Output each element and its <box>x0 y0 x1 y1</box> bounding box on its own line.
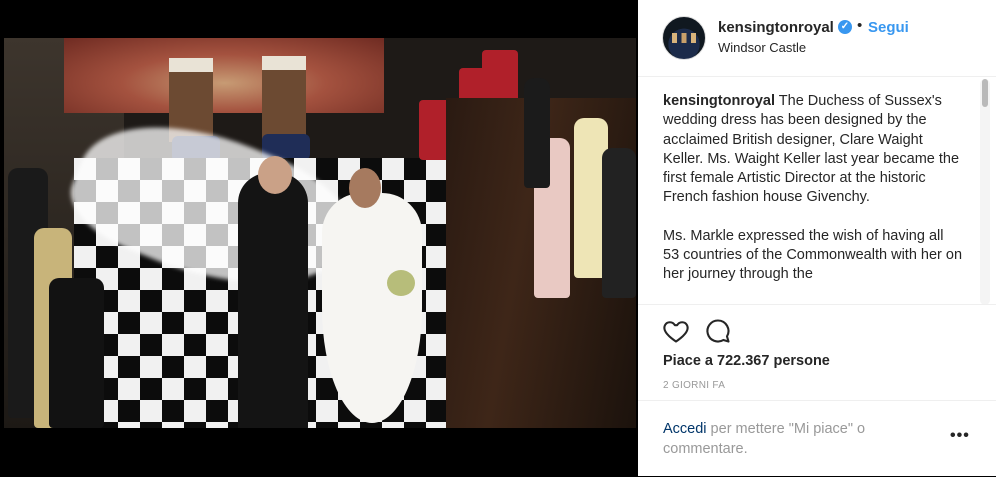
photo-guest <box>524 78 550 188</box>
follow-button[interactable]: Segui <box>868 19 909 36</box>
photo-groom <box>238 173 308 428</box>
post-photo[interactable] <box>4 38 636 428</box>
more-options-icon[interactable]: ••• <box>950 427 970 445</box>
post-actions: Piace a 722.367 persone 2 GIORNI FA <box>638 304 996 401</box>
caption-paragraph: Ms. Markle expressed the wish of having … <box>663 227 963 283</box>
heart-icon[interactable] <box>662 317 690 345</box>
photo-bride <box>322 193 422 423</box>
caption-username[interactable]: kensingtonroyal <box>663 93 775 109</box>
photo-guest <box>49 278 104 428</box>
scrollbar-thumb[interactable] <box>982 79 988 107</box>
comment-login-area: Accedi per mettere "Mi piace" o commenta… <box>638 400 996 477</box>
photo-lectern <box>262 56 306 140</box>
verified-badge-icon: ✓ <box>838 20 852 34</box>
post-timestamp[interactable]: 2 GIORNI FA <box>663 380 725 391</box>
login-prompt: Accedi per mettere "Mi piace" o commenta… <box>663 419 913 459</box>
photo-bouquet <box>387 270 415 296</box>
photo-carpet <box>64 38 384 113</box>
post-caption: kensingtonroyal The Duchess of Sussex's … <box>663 92 963 304</box>
header-username[interactable]: kensingtonroyal <box>718 19 834 36</box>
photo-bride-head <box>349 168 381 208</box>
comment-bubble-icon[interactable] <box>704 317 732 345</box>
profile-avatar[interactable] <box>662 16 706 60</box>
photo-pane <box>0 0 638 476</box>
photo-guest <box>602 148 636 298</box>
header-separator: • <box>857 17 863 34</box>
likes-count[interactable]: Piace a 722.367 persone <box>663 353 830 369</box>
location-link[interactable]: Windsor Castle <box>718 40 806 55</box>
photo-groom-head <box>258 156 292 194</box>
login-link[interactable]: Accedi <box>663 421 707 437</box>
caption-text: The Duchess of Sussex's wedding dress ha… <box>663 93 960 206</box>
post-header: kensingtonroyal ✓ • Segui Windsor Castle <box>638 0 996 77</box>
post-side-panel: kensingtonroyal ✓ • Segui Windsor Castle… <box>638 0 996 476</box>
caption-scrollbar[interactable] <box>980 79 990 305</box>
caption-paragraph: kensingtonroyal The Duchess of Sussex's … <box>663 92 963 208</box>
